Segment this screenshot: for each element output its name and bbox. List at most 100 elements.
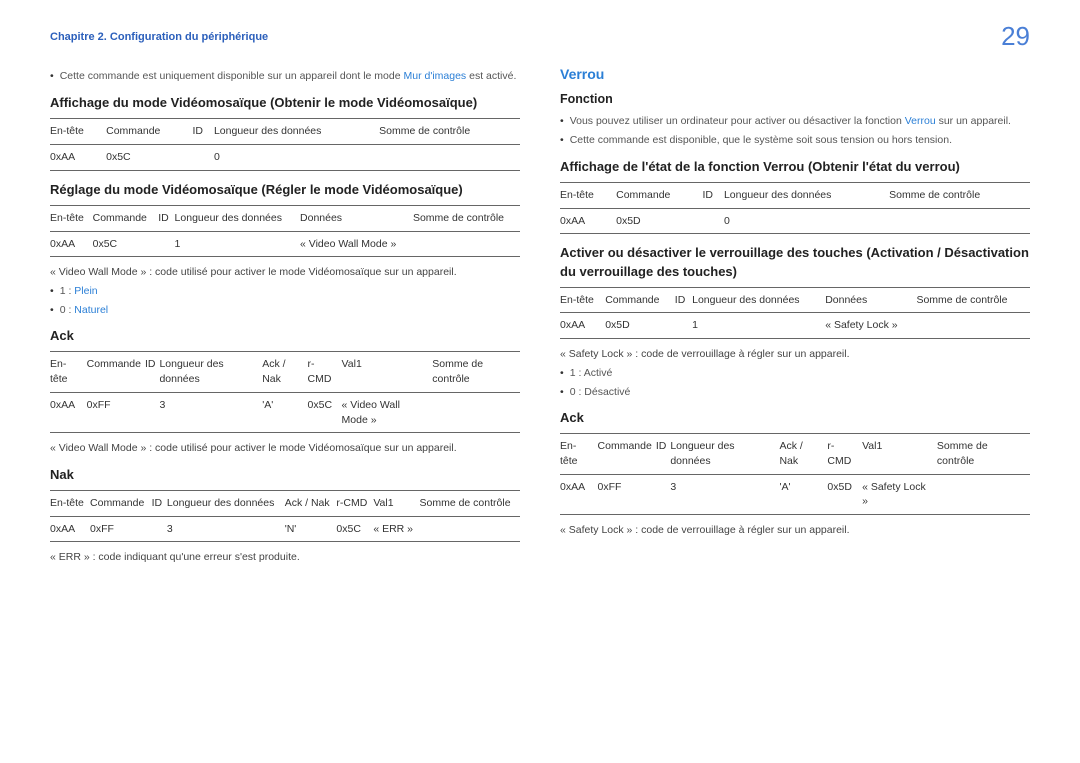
td: 0xAA [50,231,93,257]
chapter-title: Chapitre 2. Configuration du périphériqu… [50,30,268,45]
th: r-CMD [308,352,342,392]
th: ID [192,119,213,145]
th: r-CMD [336,491,373,517]
th: Longueur des données [670,434,779,474]
link-text: Plein [74,285,97,297]
th: Somme de contrôle [889,183,1030,209]
th: ID [158,205,174,231]
text-fragment: 1 : [60,285,75,297]
text: 0 : Naturel [60,303,520,318]
note-text: « Video Wall Mode » : code utilisé pour … [50,441,520,456]
subheading-ack: Ack [560,409,1030,427]
td: 0xAA [560,208,616,234]
td: 0xAA [560,313,605,339]
td: 'A' [262,392,307,432]
note-text: « Safety Lock » : code de verrouillage à… [560,347,1030,362]
th: Somme de contrôle [379,119,520,145]
th: Longueur des données [214,119,379,145]
link-text: Verrou [905,115,936,127]
td: 'N' [285,516,337,542]
bullet-icon: • [50,303,54,318]
text-fragment: 0 : [60,304,75,316]
td: 0 [724,208,889,234]
bullet-icon: • [560,133,564,148]
th: Somme de contrôle [432,352,520,392]
text-fragment: Cette commande est uniquement disponible… [60,70,404,82]
th: Somme de contrôle [419,491,520,517]
text: 1 : Activé [570,366,1030,381]
td: 0xAA [50,516,90,542]
td [145,392,160,432]
th: ID [675,287,692,313]
td: 0x5C [106,144,192,170]
td [656,474,671,514]
note-text: Cette commande est disponible, que le sy… [570,133,1030,148]
th: Val1 [373,491,419,517]
th: En-tête [560,287,605,313]
td [379,144,520,170]
th: ID [152,491,167,517]
page-header: Chapitre 2. Configuration du périphériqu… [50,30,1030,45]
th: Commande [93,205,159,231]
td [675,313,692,339]
content-columns: • Cette commande est uniquement disponib… [50,65,1030,569]
td [432,392,520,432]
td: 0xFF [87,392,145,432]
th: Ack / Nak [285,491,337,517]
td: 0x5C [336,516,373,542]
th: r-CMD [827,434,862,474]
th: ID [656,434,671,474]
td: 0x5C [93,231,159,257]
td: « Safety Lock » [862,474,937,514]
note-text: « Safety Lock » : code de verrouillage à… [560,523,1030,538]
td: « ERR » [373,516,419,542]
td [192,144,213,170]
bullet-icon: • [560,366,564,381]
link-text: Naturel [74,304,108,316]
text-fragment: sur un appareil. [936,115,1011,127]
th: Longueur des données [159,352,262,392]
td [413,231,520,257]
td [152,516,167,542]
list-item: • 1 : Activé [560,366,1030,381]
th: Longueur des données [724,183,889,209]
bullet-icon: • [50,69,54,84]
table-get-videowall: En-tête Commande ID Longueur des données… [50,118,520,170]
subheading-nak: Nak [50,466,520,484]
table-ack: En-tête Commande ID Longueur des données… [50,351,520,433]
td: 3 [167,516,285,542]
bullet-icon: • [560,114,564,129]
table-set-lock: En-tête Commande ID Longueur des données… [560,287,1030,339]
right-column: Verrou Fonction • Vous pouvez utiliser u… [560,65,1030,569]
td: 0x5D [616,208,702,234]
th: En-tête [50,205,93,231]
td: 0xFF [90,516,152,542]
subheading: Affichage du mode Vidéomosaïque (Obtenir… [50,94,520,112]
note-bullet: • Cette commande est disponible, que le … [560,133,1030,148]
link-text: Mur d'images [403,70,466,82]
text-fragment: est activé. [466,70,516,82]
th: Longueur des données [175,205,300,231]
th: Commande [605,287,675,313]
text-fragment: Vous pouvez utiliser un ordinateur pour … [570,115,905,127]
th: Données [825,287,916,313]
th: Commande [90,491,152,517]
th: Commande [616,183,702,209]
note-text: « Video Wall Mode » : code utilisé pour … [50,265,520,280]
th: Somme de contrôle [413,205,520,231]
td: 0xAA [560,474,598,514]
page-number: 29 [1001,18,1030,54]
td [702,208,723,234]
th: Commande [87,352,145,392]
th: Longueur des données [692,287,825,313]
list-item: •0 : Désactivé [560,385,1030,400]
list-item: • 0 : Naturel [50,303,520,318]
th: Ack / Nak [262,352,307,392]
th: En-tête [50,119,106,145]
th: ID [702,183,723,209]
th: Val1 [862,434,937,474]
td [158,231,174,257]
bullet-icon: • [560,385,564,400]
td: 0x5C [308,392,342,432]
th: Longueur des données [167,491,285,517]
